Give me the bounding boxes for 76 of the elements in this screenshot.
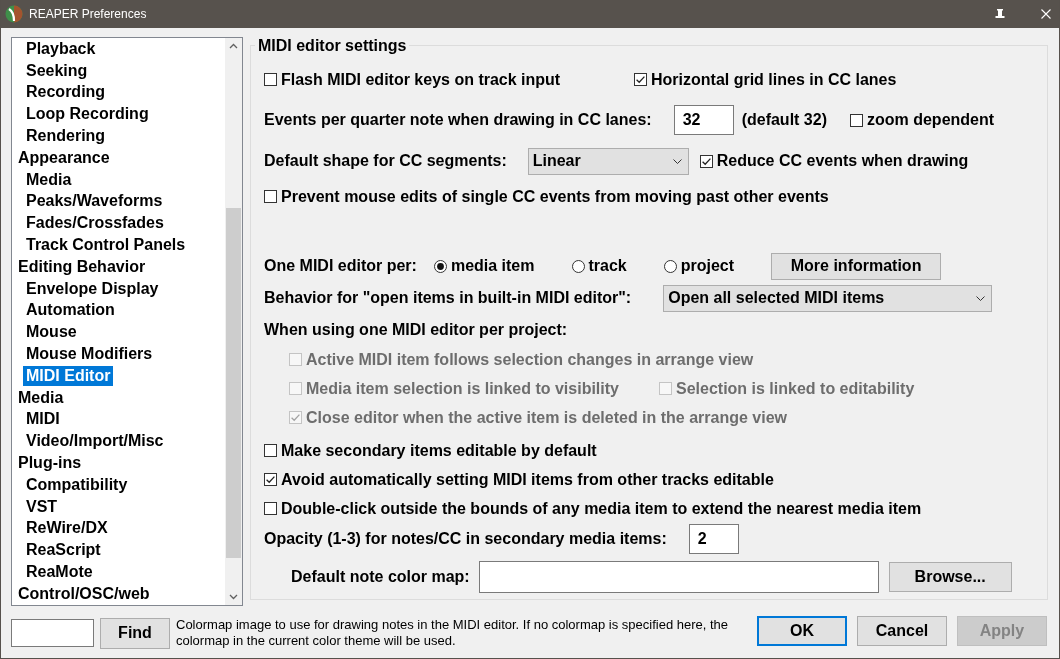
tree-item[interactable]: MIDI Editor <box>23 365 114 386</box>
group-title: MIDI editor settings <box>257 37 408 54</box>
tree-item[interactable]: VST <box>23 496 61 517</box>
checkbox-label[interactable]: Prevent mouse edits of single CC events from moving past other events <box>281 187 829 206</box>
search-field[interactable] <box>11 619 94 647</box>
tree-item[interactable]: Seeking <box>23 60 91 81</box>
checkbox-label[interactable]: zoom dependent <box>866 111 995 129</box>
app-logo-icon <box>5 5 23 23</box>
tree-item[interactable]: ReaScript <box>23 540 104 561</box>
close-icon[interactable] <box>1041 9 1051 19</box>
checkbox[interactable] <box>264 502 277 515</box>
window-title: REAPER Preferences <box>29 7 147 21</box>
checkbox-label[interactable]: Make secondary items editable by default <box>281 441 597 460</box>
dropdown[interactable]: Open all selected MIDI items <box>663 284 993 312</box>
checkbox[interactable] <box>849 113 863 127</box>
checkbox-label[interactable]: Flash MIDI editor keys on track input <box>281 70 561 89</box>
file-path-field[interactable] <box>478 561 879 593</box>
radio-label[interactable]: project <box>680 257 735 275</box>
tree-item[interactable]: Appearance <box>15 147 113 168</box>
field-label: Default note color map: <box>291 568 470 586</box>
checkbox[interactable] <box>264 190 277 203</box>
number-field[interactable]: 32 <box>673 105 734 135</box>
field-label: Behavior for "open items in built-in MIDI editor": <box>264 289 632 307</box>
scrollbar-thumb[interactable] <box>226 208 241 558</box>
field-label: Opacity (1-3) for notes/CC in secondary media items: <box>264 530 667 548</box>
checkbox-label[interactable]: Horizontal grid lines in CC lanes <box>651 70 897 89</box>
tree-item[interactable]: Rendering <box>23 126 109 147</box>
tree-item[interactable]: Video/Import/Misc <box>23 431 167 452</box>
tree-item[interactable]: Recording <box>23 82 109 103</box>
tree-item[interactable]: ReWire/DX <box>23 518 111 539</box>
chevron-down-icon <box>976 295 986 301</box>
tree-item[interactable]: Envelope Display <box>23 278 162 299</box>
pin-icon[interactable] <box>994 8 1006 20</box>
checkbox-label[interactable]: Avoid automatically setting MIDI items from other tracks editable <box>281 470 774 489</box>
tree-item[interactable]: Peaks/Waveforms <box>23 191 166 212</box>
radio-button[interactable] <box>663 259 677 273</box>
field-label: One MIDI editor per: <box>264 257 417 275</box>
dropdown[interactable]: Linear <box>527 147 689 175</box>
checkbox[interactable] <box>264 444 277 457</box>
checkbox[interactable] <box>634 73 647 86</box>
tree-item[interactable]: Editing Behavior <box>15 256 149 277</box>
tree-item[interactable]: Fades/Crossfades <box>23 213 167 234</box>
checkbox-label[interactable]: Reduce CC events when drawing <box>716 152 969 170</box>
radio-button[interactable] <box>571 259 585 273</box>
checkbox[interactable] <box>699 154 713 168</box>
number-field[interactable]: 2 <box>688 524 739 554</box>
radio-label[interactable]: media item <box>450 257 535 275</box>
default-note: (default 32) <box>741 111 827 129</box>
tree-item[interactable]: Media <box>23 169 75 190</box>
dialog-button[interactable]: OK <box>757 616 847 646</box>
help-text: Colormap image to use for drawing notes in the MIDI editor. If no colormap is specified here, the colormap in the current color theme will be used. <box>176 617 730 649</box>
dialog-button[interactable]: Cancel <box>857 616 947 646</box>
info-button[interactable]: More information <box>771 252 942 280</box>
checkbox-label[interactable]: Double-click outside the bounds of any media item to extend the nearest media item <box>281 499 922 518</box>
tree-item[interactable]: Automation <box>23 300 118 321</box>
checkbox[interactable] <box>264 73 277 86</box>
tree-item[interactable]: Track Control Panels <box>23 235 189 256</box>
checkbox[interactable] <box>264 473 277 486</box>
tree-item[interactable]: Control/OSC/web <box>15 583 153 604</box>
radio-label[interactable]: track <box>588 257 627 275</box>
tree-item[interactable]: Plug-ins <box>15 453 85 474</box>
tree-item[interactable]: MIDI <box>23 409 63 430</box>
tree-item[interactable]: Compatibility <box>23 474 131 495</box>
section-label: When using one MIDI editor per project: <box>264 321 568 339</box>
tree-item[interactable]: Mouse Modifiers <box>23 344 156 365</box>
tree-item[interactable]: Media <box>15 387 67 408</box>
tree-item[interactable]: Playback <box>23 38 99 59</box>
tree-item[interactable]: ReaMote <box>23 562 96 582</box>
browse-button[interactable]: Browse... <box>888 562 1012 592</box>
radio-button[interactable] <box>433 259 447 273</box>
field-label: Events per quarter note when drawing in CC lanes: <box>264 111 652 129</box>
chevron-down-icon <box>672 158 682 164</box>
field-label: Default shape for CC segments: <box>264 152 507 170</box>
tree-item[interactable]: Mouse <box>23 322 80 343</box>
find-button[interactable]: Find <box>100 617 170 649</box>
tree-item[interactable]: Loop Recording <box>23 104 152 125</box>
